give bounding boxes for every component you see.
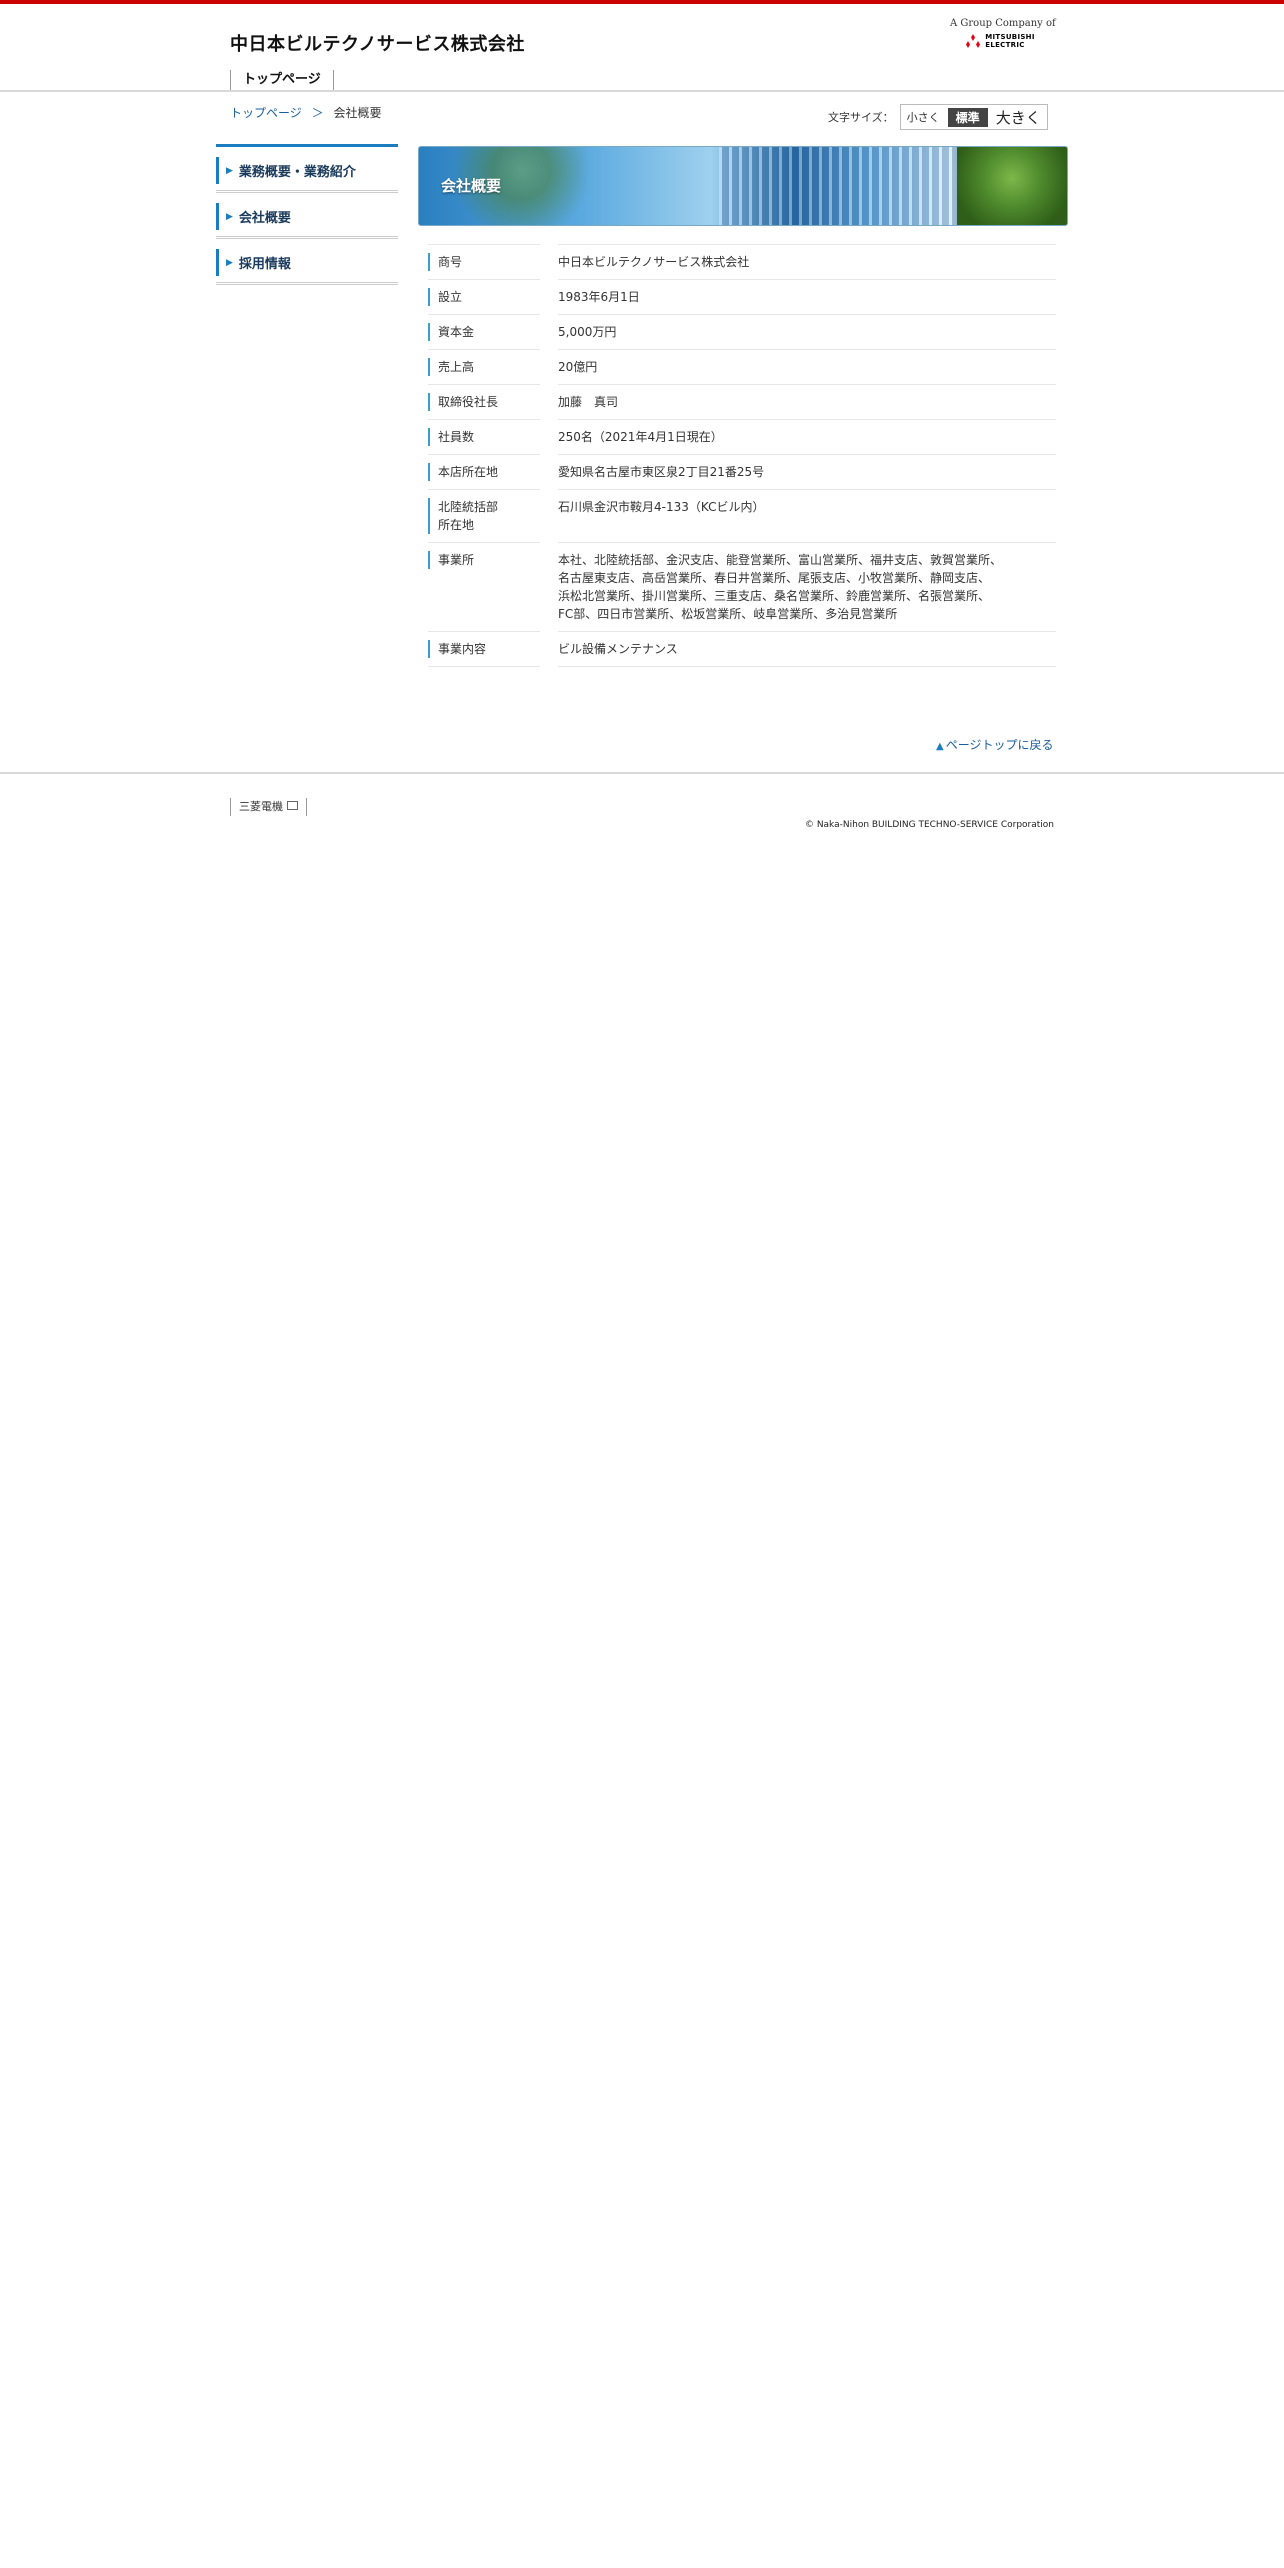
triangle-right-icon: ▶ xyxy=(226,211,233,222)
sidebar-item-label: 採用情報 xyxy=(238,257,291,272)
triangle-right-icon: ▶ xyxy=(226,257,233,268)
copyright: © Naka-Nihon BUILDING TECHNO-SERVICE Cor… xyxy=(804,820,1054,830)
sidebar-item-recruit[interactable]: ▶ 採用情報 xyxy=(216,243,398,285)
breadcrumb-current: 会社概要 xyxy=(333,106,382,120)
company-info-row: 商号 中日本ビルテクノサービス株式会社 xyxy=(428,244,1056,280)
info-label: 資本金 xyxy=(428,323,540,341)
info-gap xyxy=(540,315,558,350)
info-label: 社員数 xyxy=(428,428,540,446)
info-gap xyxy=(540,490,558,543)
info-value: 加藤 真司 xyxy=(558,384,1056,420)
breadcrumb: トップページ ＞ 会社概要 xyxy=(230,104,381,121)
info-value: 5,000万円 xyxy=(558,314,1056,350)
info-label-cell: 設立 xyxy=(428,279,540,315)
font-size-switcher: 文字サイズ： 小さく 標準 大きく xyxy=(828,104,1048,130)
info-label-cell: 社員数 xyxy=(428,419,540,455)
mitsubishi-electric-logo[interactable]: MITSUBISHI ELECTRIC xyxy=(965,33,1035,49)
info-gap xyxy=(540,385,558,420)
info-value: ビル設備メンテナンス xyxy=(558,631,1056,667)
info-label: 設立 xyxy=(428,288,540,306)
group-company-badge: A Group Company of MITSUBISHI ELECTRIC xyxy=(950,18,1056,52)
three-diamonds-icon xyxy=(966,34,981,48)
site-header: 中日本ビルテクノサービス株式会社 A Group Company of MITS… xyxy=(0,4,1284,92)
company-info-row: 北陸統括部 所在地 石川県金沢市鞍月4-133（KCビル内） xyxy=(428,489,1056,543)
info-label: 北陸統括部 所在地 xyxy=(428,498,540,534)
info-value: 20億円 xyxy=(558,349,1056,385)
page-banner: 会社概要 xyxy=(418,146,1068,226)
info-label: 事業所 xyxy=(428,551,540,569)
company-info-row: 設立 1983年6月1日 xyxy=(428,279,1056,315)
info-value: 中日本ビルテクノサービス株式会社 xyxy=(558,244,1056,280)
footer-divider xyxy=(0,772,1284,774)
info-gap xyxy=(540,245,558,280)
banner-building xyxy=(719,147,979,225)
info-value: 石川県金沢市鞍月4-133（KCビル内） xyxy=(558,489,1056,543)
banner-trees-right xyxy=(957,147,1067,225)
font-size-small-button[interactable]: 小さく xyxy=(907,109,940,125)
footer-mitsubishi-link[interactable]: 三菱電機 xyxy=(230,798,307,816)
sidebar-item-label: 会社概要 xyxy=(238,211,291,226)
external-window-icon xyxy=(287,801,298,810)
info-label-cell: 事業内容 xyxy=(428,631,540,667)
font-size-options: 小さく 標準 大きく xyxy=(899,104,1048,130)
info-label-cell: 資本金 xyxy=(428,314,540,350)
mitsubishi-electric-wordmark: MITSUBISHI ELECTRIC xyxy=(985,33,1035,49)
group-company-text: A Group Company of xyxy=(950,18,1056,29)
info-label-cell: 取締役社長 xyxy=(428,384,540,420)
info-label-cell: 北陸統括部 所在地 xyxy=(428,489,540,543)
sidebar-item-company[interactable]: ▶ 会社概要 xyxy=(216,197,398,239)
info-label: 商号 xyxy=(428,253,540,271)
info-label-cell: 売上高 xyxy=(428,349,540,385)
info-value: 250名（2021年4月1日現在） xyxy=(558,419,1056,455)
breadcrumb-home-link[interactable]: トップページ xyxy=(230,106,302,120)
info-label: 取締役社長 xyxy=(428,393,540,411)
page-top-label: ページトップに戻る xyxy=(945,738,1054,752)
company-info-row: 事業内容 ビル設備メンテナンス xyxy=(428,631,1056,667)
sidebar-item-label: 業務概要・業務紹介 xyxy=(238,165,356,180)
info-label-cell: 事業所 xyxy=(428,542,540,632)
info-gap xyxy=(540,280,558,315)
sidebar-item-business[interactable]: ▶ 業務概要・業務紹介 xyxy=(216,151,398,193)
font-size-label: 文字サイズ： xyxy=(828,111,894,124)
triangle-up-icon: ▲ xyxy=(936,741,944,752)
company-logo-text[interactable]: 中日本ビルテクノサービス株式会社 xyxy=(230,30,525,56)
info-gap xyxy=(540,350,558,385)
page-title: 会社概要 xyxy=(441,177,502,195)
info-label-cell: 商号 xyxy=(428,244,540,280)
info-gap xyxy=(540,420,558,455)
info-label-cell: 本店所在地 xyxy=(428,454,540,490)
company-info-row: 本店所在地 愛知県名古屋市東区泉2丁目21番25号 xyxy=(428,454,1056,490)
company-info-table: 商号 中日本ビルテクノサービス株式会社 設立 1983年6月1日 資本金 5,000万円売… xyxy=(428,244,1056,667)
company-info-row: 売上高 20億円 xyxy=(428,349,1056,385)
font-size-standard-button[interactable]: 標準 xyxy=(947,107,988,127)
info-gap xyxy=(540,543,558,632)
info-label: 本店所在地 xyxy=(428,463,540,481)
company-info-row: 社員数 250名（2021年4月1日現在） xyxy=(428,419,1056,455)
page-top-link[interactable]: ▲ ページトップに戻る xyxy=(936,736,1053,753)
info-value: 本社、北陸統括部、金沢支店、能登営業所、富山営業所、福井支店、敦賀営業所、 名古屋… xyxy=(558,542,1056,632)
company-info-row: 資本金 5,000万円 xyxy=(428,314,1056,350)
info-value: 愛知県名古屋市東区泉2丁目21番25号 xyxy=(558,454,1056,490)
nav-top-page[interactable]: トップページ xyxy=(230,70,334,90)
footer-link-label: 三菱電機 xyxy=(239,800,283,813)
company-info-row: 事業所 本社、北陸統括部、金沢支店、能登営業所、富山営業所、福井支店、敦賀営業所、… xyxy=(428,542,1056,632)
info-gap xyxy=(540,455,558,490)
info-gap xyxy=(540,632,558,667)
font-size-large-button[interactable]: 大きく xyxy=(996,107,1041,128)
info-label: 売上高 xyxy=(428,358,540,376)
sidebar-nav: ▶ 業務概要・業務紹介 ▶ 会社概要 ▶ 採用情報 xyxy=(216,144,398,285)
company-info-row: 取締役社長 加藤 真司 xyxy=(428,384,1056,420)
triangle-right-icon: ▶ xyxy=(226,165,233,176)
breadcrumb-separator: ＞ xyxy=(311,106,324,120)
info-value: 1983年6月1日 xyxy=(558,279,1056,315)
info-label: 事業内容 xyxy=(428,640,540,658)
